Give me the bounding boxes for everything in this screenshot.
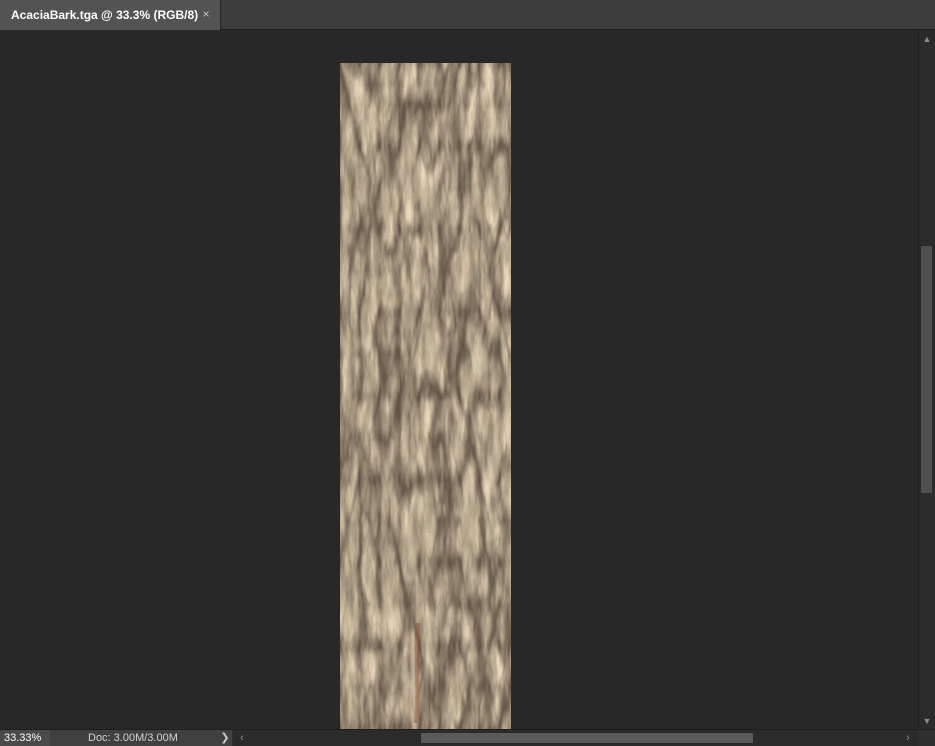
document-tab-bar: AcaciaBark.tga @ 33.3% (RGB/8) × (0, 0, 935, 30)
zoom-level-field[interactable]: 33.33% (0, 730, 50, 746)
doc-size-info: Doc: 3.00M/3.00M (50, 730, 232, 746)
horizontal-scrollbar[interactable]: ‹ › (233, 730, 918, 746)
document-window: AcaciaBark.tga @ 33.3% (RGB/8) × ▲ ▼ 33.… (0, 0, 935, 746)
bark-texture-image[interactable] (340, 63, 511, 729)
horizontal-scroll-thumb[interactable] (421, 733, 753, 743)
vertical-scrollbar[interactable]: ▲ ▼ (918, 31, 935, 729)
status-bar: 33.33% Doc: 3.00M/3.00M ❯ ‹ › (0, 729, 935, 746)
vertical-scroll-thumb[interactable] (921, 246, 932, 493)
scroll-up-icon[interactable]: ▲ (919, 32, 935, 46)
scroll-left-icon[interactable]: ‹ (235, 730, 249, 746)
scrollbar-corner (918, 730, 935, 746)
chevron-right-icon[interactable]: ❯ (219, 730, 231, 746)
document-tab-title: AcaciaBark.tga @ 33.3% (RGB/8) (11, 8, 199, 22)
close-icon[interactable]: × (199, 7, 213, 21)
scroll-right-icon[interactable]: › (901, 730, 915, 746)
bark-texture-graphic (340, 63, 511, 729)
document-tab[interactable]: AcaciaBark.tga @ 33.3% (RGB/8) × (0, 0, 221, 30)
canvas-workspace[interactable] (1, 31, 918, 729)
scroll-down-icon[interactable]: ▼ (919, 714, 935, 728)
